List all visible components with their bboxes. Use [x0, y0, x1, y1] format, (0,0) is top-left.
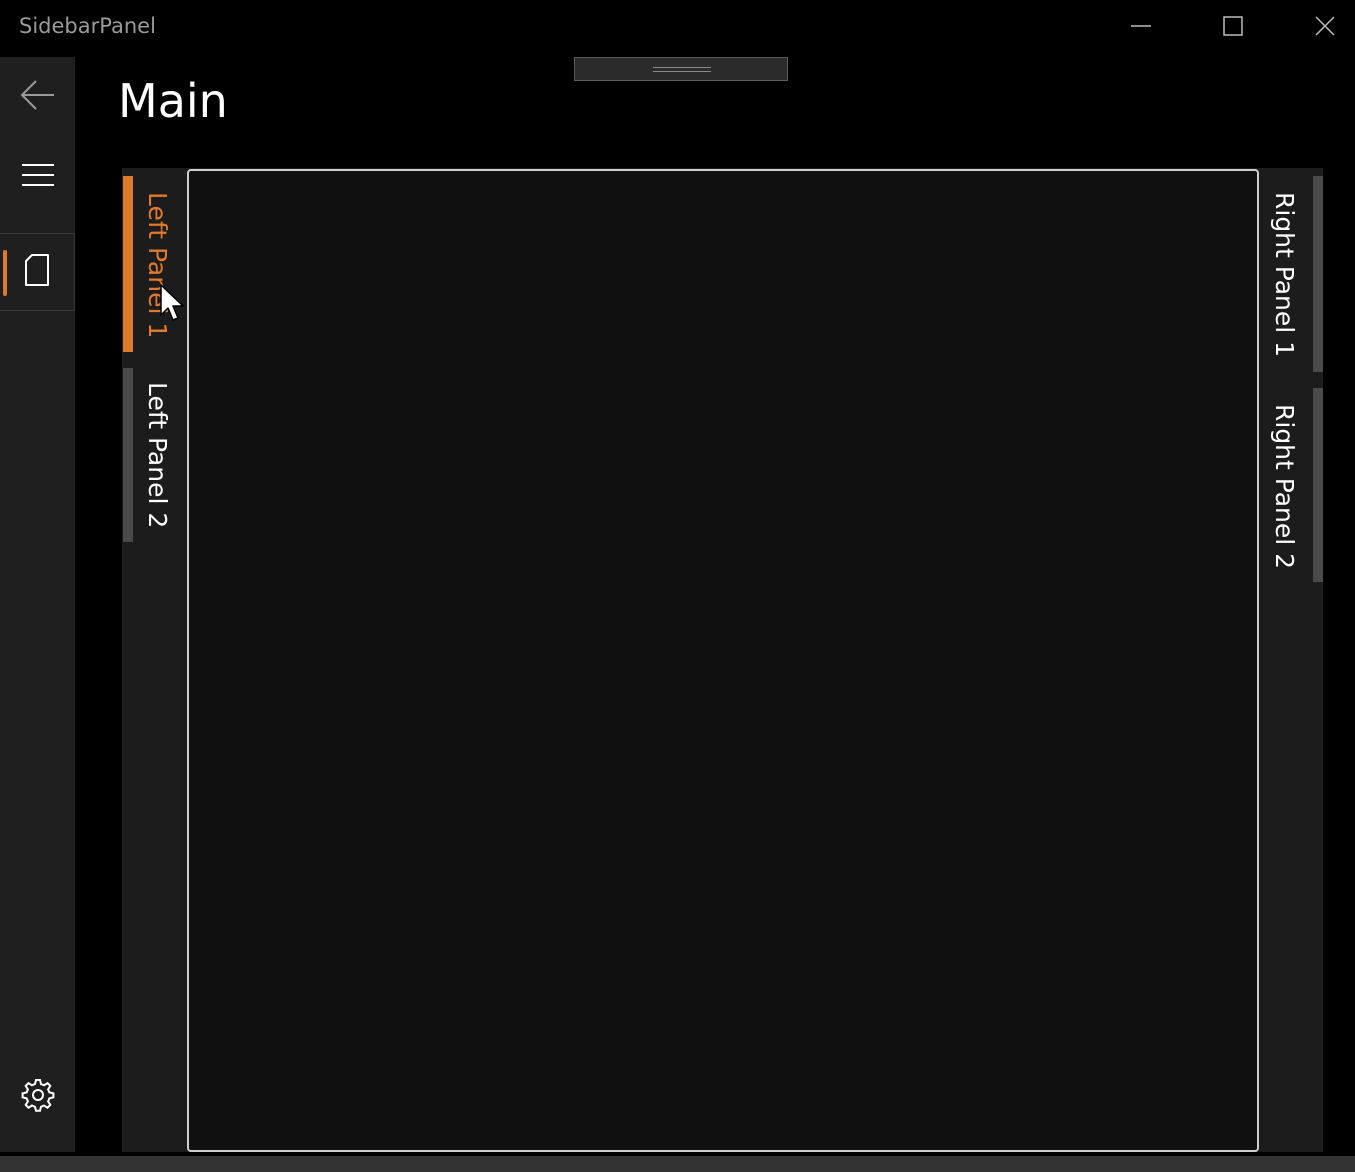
tab-indicator [123, 176, 133, 352]
grip-line [653, 67, 711, 68]
back-button[interactable] [0, 59, 75, 135]
minimize-button[interactable] [1095, 0, 1187, 52]
minimize-icon [1130, 15, 1152, 37]
hamburger-menu-icon [21, 163, 55, 191]
right-tab-1[interactable]: Right Panel 1 [1259, 176, 1323, 372]
close-icon [1314, 15, 1336, 37]
bottom-edge [0, 1156, 1355, 1172]
maximize-button[interactable] [1187, 0, 1279, 52]
right-tab-2[interactable]: Right Panel 2 [1259, 388, 1323, 582]
maximize-icon [1222, 15, 1244, 37]
gear-icon [21, 1078, 55, 1116]
app-title: SidebarPanel [19, 14, 156, 38]
tab-indicator [1313, 388, 1323, 582]
left-tab-2[interactable]: Left Panel 2 [122, 368, 184, 542]
right-tab-2-label: Right Panel 2 [1270, 404, 1299, 570]
drag-handle[interactable] [574, 57, 788, 81]
mouse-cursor-icon [160, 284, 186, 328]
tab-indicator [1313, 176, 1323, 372]
main-content-panel[interactable] [187, 169, 1259, 1152]
grip-line [653, 71, 711, 72]
settings-button[interactable] [0, 1059, 75, 1135]
document-icon [23, 253, 51, 291]
navigation-pane [0, 57, 75, 1152]
selection-indicator [3, 250, 7, 296]
left-tab-2-label: Left Panel 2 [143, 382, 172, 529]
page-title: Main [118, 74, 228, 128]
right-tab-1-label: Right Panel 1 [1270, 192, 1299, 358]
tab-indicator [123, 368, 133, 542]
back-arrow-icon [20, 80, 56, 114]
nav-item-main[interactable] [0, 233, 75, 311]
close-button[interactable] [1279, 0, 1355, 52]
menu-button[interactable] [0, 139, 75, 215]
title-bar: SidebarPanel [0, 0, 1355, 52]
